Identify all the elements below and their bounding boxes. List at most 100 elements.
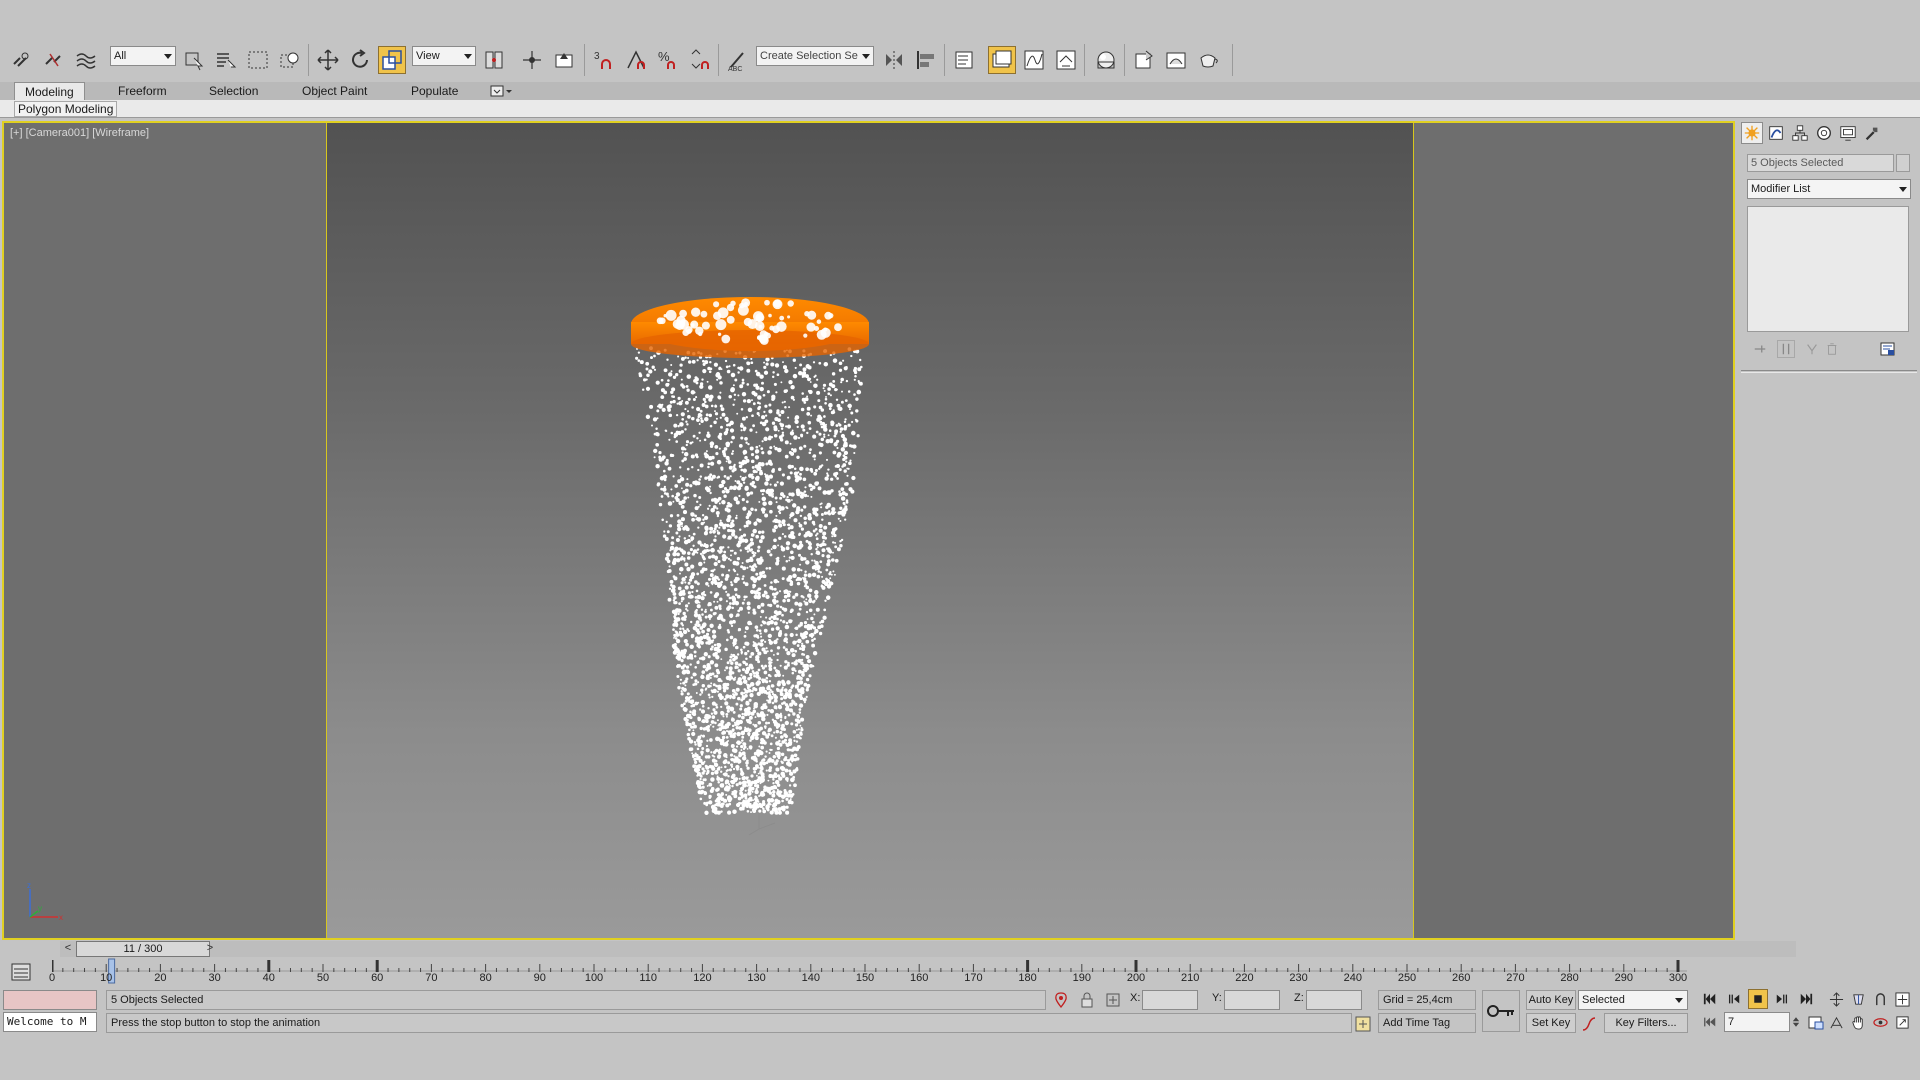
pan-view-icon[interactable] xyxy=(1848,1012,1868,1032)
snaps-toggle-icon[interactable]: 3 xyxy=(590,46,618,74)
absolute-mode-transform-icon[interactable] xyxy=(1104,991,1122,1009)
time-slider-next-button[interactable]: > xyxy=(202,941,218,957)
key-marker[interactable] xyxy=(375,960,379,972)
set-keys-icon[interactable] xyxy=(1482,990,1520,1032)
time-slider-prev-button[interactable]: < xyxy=(60,941,76,957)
curve-editor-icon[interactable] xyxy=(1020,46,1048,74)
previous-frame-icon[interactable] xyxy=(1724,989,1744,1009)
open-mini-curve-editor-icon[interactable] xyxy=(10,962,32,982)
particle-system[interactable] xyxy=(327,123,1415,938)
render-setup-icon[interactable] xyxy=(1130,46,1158,74)
select-object-icon[interactable] xyxy=(180,46,208,74)
reference-coordinate-dropdown[interactable]: View xyxy=(412,46,476,66)
tab-object-paint[interactable]: Object Paint xyxy=(292,82,377,100)
time-configuration-icon[interactable] xyxy=(1806,1012,1826,1032)
named-selection-dropdown[interactable]: Create Selection Se xyxy=(756,46,874,66)
orbit-icon[interactable] xyxy=(1870,1012,1890,1032)
rectangular-selection-icon[interactable] xyxy=(244,46,272,74)
select-by-name-icon[interactable] xyxy=(212,46,240,74)
toggle-layer-explorer-icon[interactable] xyxy=(988,46,1016,74)
key-marker[interactable] xyxy=(1134,960,1138,972)
spinner-snap-toggle-icon[interactable] xyxy=(686,46,714,74)
show-end-result-icon[interactable] xyxy=(1777,340,1795,358)
key-marker[interactable] xyxy=(267,960,271,972)
object-name-field[interactable]: 5 Objects Selected xyxy=(1747,154,1894,172)
tab-modeling[interactable]: Modeling xyxy=(14,82,85,100)
zoom-extents-all-icon[interactable] xyxy=(1892,989,1912,1009)
render-production-icon[interactable] xyxy=(1194,46,1222,74)
display-tab[interactable] xyxy=(1837,122,1859,144)
z-coordinate-field[interactable] xyxy=(1306,990,1362,1010)
zoom-extents-icon[interactable] xyxy=(1870,989,1890,1009)
toggle-scene-explorer-icon[interactable] xyxy=(950,46,978,74)
x-coordinate-field[interactable] xyxy=(1142,990,1198,1010)
use-pivot-point-center-icon[interactable] xyxy=(480,46,508,74)
motion-tab[interactable] xyxy=(1813,122,1835,144)
select-and-scale-icon[interactable] xyxy=(378,46,406,74)
set-key-button[interactable]: Set Key xyxy=(1526,1013,1576,1033)
utilities-tab[interactable] xyxy=(1861,122,1883,144)
key-marker[interactable] xyxy=(1676,960,1680,972)
percent-snap-toggle-icon[interactable]: % xyxy=(654,46,682,74)
go-to-start-icon[interactable] xyxy=(1700,989,1720,1009)
material-editor-icon[interactable] xyxy=(1092,46,1120,74)
key-mode-toggle-icon[interactable] xyxy=(1700,1012,1720,1032)
select-and-link-icon[interactable] xyxy=(8,46,36,74)
hierarchy-tab[interactable] xyxy=(1789,122,1811,144)
object-color-swatch[interactable] xyxy=(1896,154,1910,172)
zoom-icon[interactable] xyxy=(1826,989,1846,1009)
create-tab[interactable] xyxy=(1741,122,1763,144)
bind-to-space-warp-icon[interactable] xyxy=(72,46,100,74)
polygon-modeling-group[interactable]: Polygon Modeling xyxy=(14,101,118,117)
make-unique-icon[interactable] xyxy=(1803,340,1821,358)
rendered-frame-window-icon[interactable] xyxy=(1162,46,1190,74)
default-in-out-tangents-icon[interactable] xyxy=(1580,1015,1598,1033)
tab-selection[interactable]: Selection xyxy=(199,82,268,100)
time-slider-thumb[interactable]: 11 / 300 xyxy=(76,941,210,957)
keyboard-shortcut-override-icon[interactable] xyxy=(550,46,578,74)
select-and-rotate-icon[interactable] xyxy=(346,46,374,74)
tab-populate[interactable]: Populate xyxy=(401,82,468,100)
select-and-move-icon[interactable] xyxy=(314,46,342,74)
window-crossing-icon[interactable] xyxy=(276,46,304,74)
pin-stack-icon[interactable] xyxy=(1751,340,1769,358)
frame-ruler[interactable]: 0 10 20 30 40 50 60 70 80 90 100 110 120 130 140 150 160… xyxy=(49,958,1687,986)
tab-freeform[interactable]: Freeform xyxy=(108,82,177,100)
frame-spinner-icon[interactable] xyxy=(1790,1012,1802,1032)
maximize-viewport-icon[interactable] xyxy=(1892,1012,1912,1032)
maxscript-mini-listener[interactable] xyxy=(3,990,97,1010)
select-and-manipulate-icon[interactable] xyxy=(518,46,546,74)
current-frame-field[interactable]: 7 xyxy=(1724,1012,1790,1032)
angle-snap-toggle-icon[interactable] xyxy=(622,46,650,74)
next-frame-icon[interactable] xyxy=(1772,989,1792,1009)
isolate-selection-icon[interactable] xyxy=(1052,991,1070,1009)
mirror-icon[interactable] xyxy=(880,46,908,74)
key-mode-dropdown[interactable]: Selected xyxy=(1578,990,1688,1010)
y-coordinate-field[interactable] xyxy=(1224,990,1280,1010)
go-to-end-icon[interactable] xyxy=(1796,989,1816,1009)
key-marker[interactable] xyxy=(1026,960,1030,972)
modifier-list-dropdown[interactable]: Modifier List xyxy=(1747,179,1911,199)
configure-modifier-sets-icon[interactable] xyxy=(1879,340,1897,358)
selection-lock-icon[interactable] xyxy=(1078,991,1096,1009)
edit-named-selection-icon[interactable]: ABC xyxy=(724,46,752,74)
key-marker[interactable] xyxy=(50,960,54,972)
schematic-view-icon[interactable] xyxy=(1052,46,1080,74)
viewport-label[interactable]: [+] [Camera001] [Wireframe] xyxy=(10,127,149,139)
unlink-selection-icon[interactable] xyxy=(40,46,68,74)
modifier-stack[interactable] xyxy=(1747,206,1909,332)
camera-viewport[interactable]: [+] [Camera001] [Wireframe] z x y xyxy=(2,121,1735,940)
align-icon[interactable] xyxy=(912,46,940,74)
ribbon-options-icon[interactable] xyxy=(490,85,514,98)
selection-filter-dropdown[interactable]: All xyxy=(110,46,176,66)
modify-tab[interactable] xyxy=(1765,122,1787,144)
zoom-all-icon[interactable] xyxy=(1848,989,1868,1009)
add-time-tag-button[interactable]: Add Time Tag xyxy=(1378,1013,1476,1033)
maxscript-listener-output[interactable]: Welcome to M xyxy=(3,1012,97,1032)
time-tag-icon[interactable] xyxy=(1354,1015,1372,1033)
time-slider[interactable]: < 11 / 300 > xyxy=(60,941,1796,957)
key-filters-button[interactable]: Key Filters... xyxy=(1604,1013,1688,1033)
stop-playback-icon[interactable] xyxy=(1748,989,1768,1009)
remove-modifier-icon[interactable] xyxy=(1823,340,1841,358)
auto-key-button[interactable]: Auto Key xyxy=(1526,990,1576,1010)
